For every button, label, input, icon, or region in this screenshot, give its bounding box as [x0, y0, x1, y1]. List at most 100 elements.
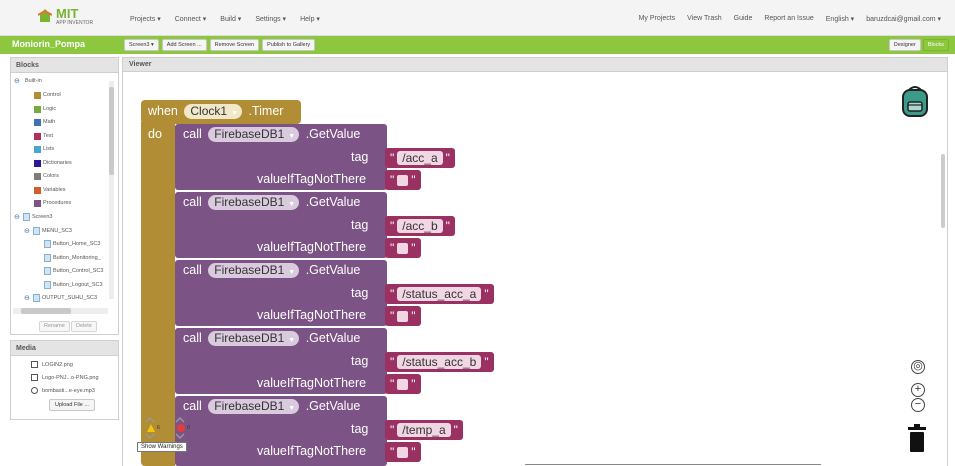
rename-button[interactable]: Rename — [39, 321, 70, 332]
component-dropdown[interactable]: FirebaseDB1 ▼ — [208, 399, 300, 415]
call-header: call FirebaseDB1 ▼ .GetValue — [183, 331, 361, 347]
tree-item-text[interactable]: Text — [34, 131, 53, 141]
string-block[interactable]: "/temp_a " — [385, 420, 463, 440]
language-menu[interactable]: English ▾ — [826, 15, 854, 23]
dictionaries-swatch-icon — [34, 159, 41, 167]
show-warnings-tooltip[interactable]: Show Warnings — [137, 442, 187, 452]
tree-item-output-suhu[interactable]: ⊖ OUTPUT_SUHU_SC3 — [24, 293, 97, 303]
media-panel: Media LOGIN2.png Logo-PNJ...o-PNG.png bo… — [10, 340, 119, 420]
viewer-title: Viewer — [122, 57, 948, 72]
designer-button[interactable]: Designer — [888, 39, 921, 51]
menu-build[interactable]: Build ▾ — [220, 15, 241, 23]
default-label: valueIfTagNotThere — [257, 240, 367, 254]
tree-item-colors[interactable]: Colors — [34, 171, 59, 181]
tree-item-dictionaries[interactable]: Dictionaries — [34, 158, 72, 168]
zoom-in-icon[interactable]: + — [911, 383, 925, 397]
string-block[interactable]: "/acc_a " — [385, 148, 455, 168]
trash-icon[interactable] — [907, 424, 927, 452]
blocks-button[interactable]: Blocks — [922, 39, 949, 51]
tree-item-screen3[interactable]: ⊖ Screen3 — [14, 212, 53, 222]
colors-swatch-icon — [34, 172, 41, 180]
publish-gallery-button[interactable]: Publish to Gallery — [262, 39, 316, 51]
arrangement-icon — [33, 227, 40, 235]
main-menu: Projects ▾ Connect ▾ Build ▾ Settings ▾ … — [130, 15, 320, 23]
link-guide[interactable]: Guide — [734, 15, 753, 23]
dropdown-arrow-icon: ▼ — [231, 110, 238, 118]
component-dropdown[interactable]: FirebaseDB1 ▼ — [208, 263, 300, 279]
lists-swatch-icon — [34, 145, 41, 153]
zoom-out-icon[interactable]: − — [911, 398, 925, 412]
upload-file-button[interactable]: Upload File ... — [49, 399, 95, 411]
tree-item-lists[interactable]: Lists — [34, 144, 54, 154]
tree-item-logic[interactable]: Logic — [34, 104, 56, 114]
button-component-icon — [44, 267, 51, 275]
tree-item-menu-sc3[interactable]: ⊖ MENU_SC3 — [24, 226, 72, 236]
component-dropdown[interactable]: FirebaseDB1 ▼ — [208, 127, 300, 143]
blocks-tree-hscrollbar[interactable] — [13, 308, 108, 314]
tree-item-button-logout[interactable]: Button_Logout_SC3 — [44, 280, 103, 290]
empty-string-block[interactable]: " " — [385, 238, 421, 258]
tag-label: tag — [351, 150, 369, 164]
media-file[interactable]: LOGIN2.png — [31, 361, 73, 368]
account-email[interactable]: baruzdcai@gmail.com ▾ — [866, 15, 941, 23]
string-block[interactable]: "/acc_b " — [385, 216, 455, 236]
event-body-spine — [141, 122, 175, 466]
media-file[interactable]: bombasti...e-eye.mp3 — [31, 387, 95, 394]
call-header: call FirebaseDB1 ▼ .GetValue — [183, 127, 361, 143]
link-report-issue[interactable]: Report an Issue — [764, 15, 813, 23]
empty-string-block[interactable]: " " — [385, 442, 421, 462]
tree-item-procedures[interactable]: Procedures — [34, 198, 71, 208]
empty-string-block[interactable]: " " — [385, 306, 421, 326]
event-header-text: when Clock1 ▼ .Timer — [148, 104, 284, 120]
remove-screen-button[interactable]: Remove Screen — [209, 39, 260, 51]
audio-icon — [31, 387, 38, 394]
top-navigation-bar: MIT APP INVENTOR Projects ▾ Connect ▾ Bu… — [0, 0, 955, 36]
variables-swatch-icon — [34, 186, 41, 194]
workspace-scrollbar[interactable] — [941, 154, 945, 228]
error-count[interactable]: 0 — [187, 425, 190, 431]
scroll-thumb[interactable] — [21, 308, 71, 314]
tree-item-button-home[interactable]: Button_Home_SC3 — [44, 239, 100, 249]
blocks-workspace[interactable]: when Clock1 ▼ .Timer do call FirebaseDB1 ▼… — [122, 72, 948, 466]
button-component-icon — [44, 254, 51, 262]
tree-item-builtin[interactable]: ⊖ Built-in — [14, 76, 42, 86]
scroll-thumb[interactable] — [109, 87, 114, 175]
empty-string-block[interactable]: " " — [385, 170, 421, 190]
component-dropdown[interactable]: FirebaseDB1 ▼ — [208, 195, 300, 211]
collapse-icon[interactable]: ⊖ — [24, 227, 33, 235]
backpack-icon[interactable] — [899, 84, 931, 118]
menu-projects[interactable]: Projects ▾ — [130, 15, 161, 23]
button-component-icon — [44, 240, 51, 248]
string-block[interactable]: "/status_acc_a " — [385, 284, 494, 304]
collapse-icon[interactable]: ⊖ — [14, 77, 23, 85]
collapse-icon[interactable]: ⊖ — [24, 294, 33, 302]
component-dropdown[interactable]: Clock1 ▼ — [184, 104, 242, 120]
media-file[interactable]: Logo-PNJ...o-PNG.png — [31, 374, 99, 381]
tree-item-control[interactable]: Control — [34, 90, 61, 100]
collapse-icon[interactable]: ⊖ — [14, 213, 23, 221]
menu-help[interactable]: Help ▾ — [300, 15, 320, 23]
tag-label: tag — [351, 218, 369, 232]
link-view-trash[interactable]: View Trash — [687, 15, 722, 23]
menu-settings[interactable]: Settings ▾ — [255, 15, 286, 23]
string-block[interactable]: "/status_acc_b " — [385, 352, 494, 372]
menu-connect[interactable]: Connect ▾ — [175, 15, 207, 23]
center-icon[interactable]: ◎ — [911, 360, 925, 374]
link-my-projects[interactable]: My Projects — [639, 15, 676, 23]
tree-item-math[interactable]: Math — [34, 117, 55, 127]
tree-item-button-monitoring[interactable]: Button_Monitoring_ — [44, 253, 101, 263]
tree-item-button-control[interactable]: Button_Control_SC3 — [44, 266, 103, 276]
empty-string-block[interactable]: " " — [385, 374, 421, 394]
tag-label: tag — [351, 354, 369, 368]
blocks-panel-title: Blocks — [11, 58, 118, 73]
add-screen-button[interactable]: Add Screen ... — [161, 39, 207, 51]
control-swatch-icon — [34, 91, 41, 99]
blocks-tree-scrollbar[interactable] — [109, 81, 114, 299]
warning-count[interactable]: 6 — [157, 425, 160, 431]
project-name: Moniorin_Pompa — [12, 39, 86, 49]
screen-select[interactable]: Screen3 ▾ — [124, 39, 159, 51]
delete-button[interactable]: Delete — [71, 321, 97, 332]
component-dropdown[interactable]: FirebaseDB1 ▼ — [208, 331, 300, 347]
screen-controls: Screen3 ▾ Add Screen ... Remove Screen P… — [124, 39, 316, 51]
tree-item-variables[interactable]: Variables — [34, 185, 66, 195]
